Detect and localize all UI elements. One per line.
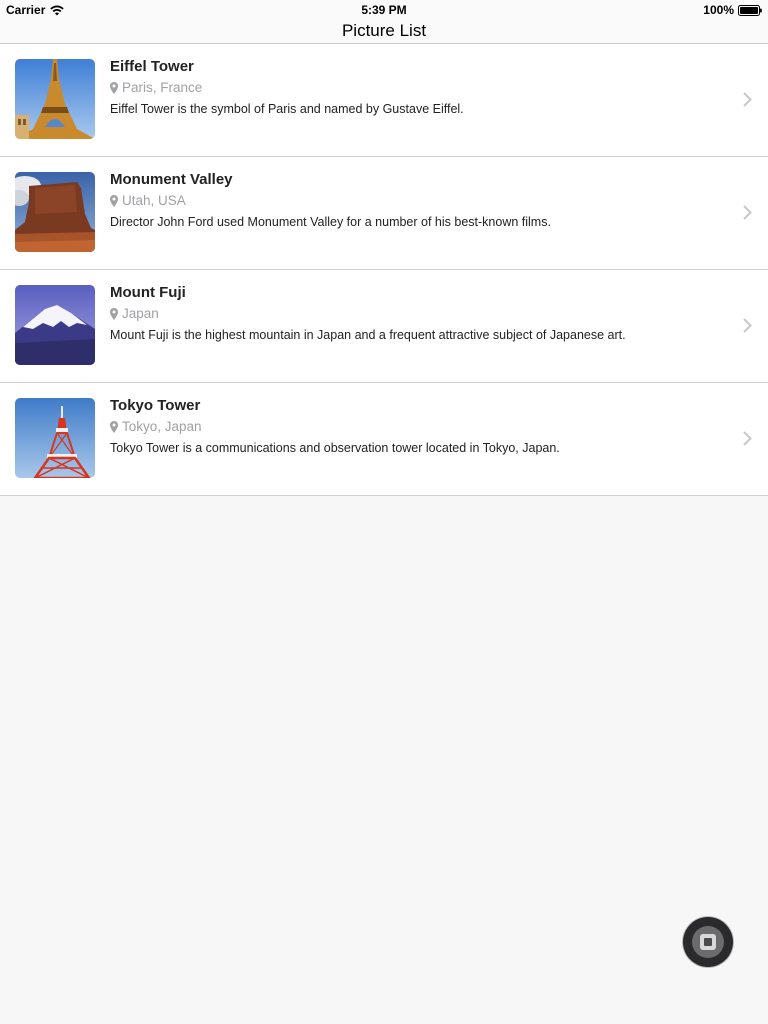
status-bar: Carrier 5:39 PM 100% — [0, 0, 768, 20]
battery-icon — [738, 4, 762, 16]
item-title: Tokyo Tower — [110, 397, 201, 414]
item-location: Utah, USA — [110, 193, 186, 208]
item-description: Tokyo Tower is a communications and obse… — [110, 441, 560, 455]
chevron-right-icon — [743, 318, 752, 333]
status-time: 5:39 PM — [361, 3, 407, 17]
navigation-bar: Picture List — [0, 20, 768, 44]
location-pin-icon — [110, 307, 118, 320]
location-pin-icon — [110, 194, 118, 207]
item-title: Mount Fuji — [110, 284, 186, 301]
item-location: Paris, France — [110, 80, 202, 95]
item-title: Eiffel Tower — [110, 58, 194, 75]
location-pin-icon — [110, 81, 118, 94]
item-location-label: Tokyo, Japan — [122, 419, 202, 434]
chevron-right-icon — [743, 431, 752, 446]
home-square-icon — [700, 934, 716, 950]
monument-valley-photo — [15, 172, 95, 252]
picture-list: Eiffel Tower Paris, France Eiffel Tower … — [0, 44, 768, 496]
status-right: 100% — [703, 3, 762, 17]
item-location: Japan — [110, 306, 159, 321]
item-location: Tokyo, Japan — [110, 419, 202, 434]
assistive-touch-button[interactable] — [683, 917, 733, 967]
list-item[interactable]: Monument Valley Utah, USA Director John … — [0, 157, 768, 270]
item-location-label: Japan — [122, 306, 159, 321]
item-description: Mount Fuji is the highest mountain in Ja… — [110, 328, 626, 342]
item-title: Monument Valley — [110, 171, 233, 188]
battery-percent: 100% — [703, 3, 734, 17]
mount-fuji-photo — [15, 285, 95, 365]
item-location-label: Utah, USA — [122, 193, 186, 208]
thumbnail-tokyo-tower — [15, 398, 95, 478]
eiffel-tower-photo — [15, 59, 95, 139]
list-item[interactable]: Mount Fuji Japan Mount Fuji is the highe… — [0, 270, 768, 383]
thumbnail-eiffel-tower — [15, 59, 95, 139]
item-location-label: Paris, France — [122, 80, 203, 95]
location-pin-icon — [110, 420, 118, 433]
thumbnail-mount-fuji — [15, 285, 95, 365]
list-item[interactable]: Tokyo Tower Tokyo, Japan Tokyo Tower is … — [0, 383, 768, 496]
tokyo-tower-photo — [15, 398, 95, 478]
page-title: Picture List — [341, 21, 427, 40]
chevron-right-icon — [743, 205, 752, 220]
item-description: Eiffel Tower is the symbol of Paris and … — [110, 102, 464, 116]
list-item[interactable]: Eiffel Tower Paris, France Eiffel Tower … — [0, 44, 768, 157]
thumbnail-monument-valley — [15, 172, 95, 252]
chevron-right-icon — [743, 92, 752, 107]
item-description: Director John Ford used Monument Valley … — [110, 215, 551, 229]
